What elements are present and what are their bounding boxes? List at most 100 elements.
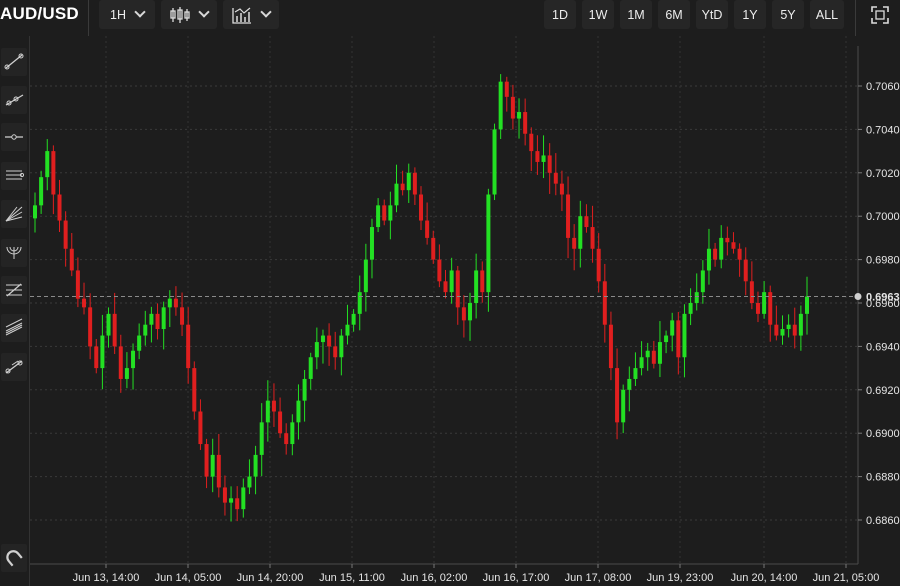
candle-body (774, 324, 779, 336)
candle-body (602, 281, 607, 325)
x-tick-label: Jun 14, 20:00 (237, 572, 304, 584)
candlestick-series (33, 74, 809, 522)
candle-body (639, 357, 644, 369)
x-tick-label: Jun 19, 23:00 (647, 572, 714, 584)
y-tick-label: 0.6880 (866, 472, 900, 484)
candle-body (149, 313, 154, 325)
candle-body (762, 292, 767, 314)
candle-body (204, 444, 209, 477)
candle-body (517, 112, 522, 119)
candle-body (792, 324, 797, 336)
candle-body (719, 237, 724, 260)
candle-body (51, 151, 56, 195)
ray-line-icon (5, 94, 24, 106)
candle-body (308, 357, 313, 379)
candle-body (88, 307, 93, 347)
candle-body (443, 281, 448, 293)
fibonacci-retracement-tool[interactable] (1, 276, 27, 304)
price-chart[interactable]: 0.68600.68800.69000.69200.69400.69600.69… (0, 0, 900, 586)
fibonacci-retracement-icon (6, 283, 22, 297)
candle-body (192, 368, 197, 412)
candle-body (455, 270, 460, 308)
candle-body (670, 320, 675, 336)
candle-body (161, 307, 166, 330)
candle-body (461, 307, 466, 321)
candle-body (345, 324, 350, 336)
candle-body (627, 378, 632, 390)
candle-body (676, 320, 681, 358)
y-tick-label: 0.6860 (866, 515, 900, 527)
ray-line-tool[interactable] (1, 86, 27, 114)
fibonacci-channel-tool[interactable] (1, 314, 27, 342)
candle-body (363, 259, 368, 293)
candle-body (314, 342, 319, 358)
candle-body (39, 177, 44, 206)
chart-grid (30, 36, 859, 565)
candle-body (498, 81, 503, 130)
horizontal-line-tool[interactable] (1, 123, 27, 151)
candle-body (578, 216, 583, 249)
candle-body (523, 112, 528, 134)
candle-body (33, 205, 37, 219)
candle-body (682, 313, 687, 358)
candle-body (100, 335, 105, 369)
candle-body (553, 172, 558, 184)
candle-body (351, 313, 356, 325)
candle-body (755, 303, 760, 314)
candle-body (700, 270, 705, 293)
fibonacci-arc-tool[interactable] (1, 239, 27, 267)
candle-body (572, 237, 577, 249)
candle-body (688, 303, 693, 314)
parallel-channel-tool[interactable] (1, 162, 27, 190)
fan-lines-tool[interactable] (1, 200, 27, 228)
candle-body (253, 454, 258, 477)
candle-body (94, 346, 99, 369)
x-tick-label: Jun 13, 14:00 (73, 572, 140, 584)
trend-line-tool[interactable] (1, 48, 27, 76)
candle-body (327, 335, 332, 347)
candle-body (486, 194, 491, 293)
candle-body (82, 298, 87, 308)
pitchfork-icon (5, 360, 23, 374)
y-tick-label: 0.7000 (866, 211, 900, 223)
candle-body (449, 270, 454, 293)
candle-body (431, 237, 436, 260)
candle-body (780, 329, 785, 336)
candle-body (664, 335, 669, 343)
x-tick-label: Jun 16, 02:00 (401, 572, 468, 584)
y-tick-label: 0.7040 (866, 124, 900, 136)
parallel-channel-icon (6, 170, 24, 180)
candle-body (302, 378, 307, 401)
candle-body (180, 307, 185, 325)
candle-body (798, 313, 803, 336)
candle-body (235, 498, 240, 510)
magnet-tool[interactable] (1, 544, 27, 572)
candle-body (155, 313, 160, 330)
pitchfork-tool[interactable] (1, 353, 27, 381)
x-tick-label: Jun 14, 05:00 (155, 572, 222, 584)
candle-body (241, 487, 246, 510)
candle-body (247, 476, 252, 488)
candle-body (657, 342, 662, 364)
fibonacci-channel-icon (5, 318, 23, 336)
candle-body (633, 368, 638, 379)
candle-body (651, 350, 656, 364)
x-tick-label: Jun 16, 17:00 (483, 572, 550, 584)
candle-body (388, 205, 393, 221)
candle-body (596, 248, 601, 282)
time-axis: Jun 13, 14:00 Jun 14, 05:00 Jun 14, 20:00 J… (73, 564, 879, 584)
x-tick-label: Jun 15, 11:00 (319, 572, 385, 584)
candle-body (118, 346, 123, 379)
candle-body (124, 368, 129, 379)
price-axis: 0.68600.68800.69000.69200.69400.69600.69… (858, 81, 900, 527)
candle-body (143, 324, 148, 336)
candle-body (339, 335, 344, 358)
candle-body (645, 350, 650, 358)
candle-body (229, 498, 234, 503)
candle-body (296, 400, 301, 423)
candle-body (63, 220, 68, 249)
candle-body (222, 487, 227, 503)
candle-body (369, 227, 374, 260)
candle-body (382, 205, 387, 221)
y-tick-label: 0.6900 (866, 428, 900, 440)
